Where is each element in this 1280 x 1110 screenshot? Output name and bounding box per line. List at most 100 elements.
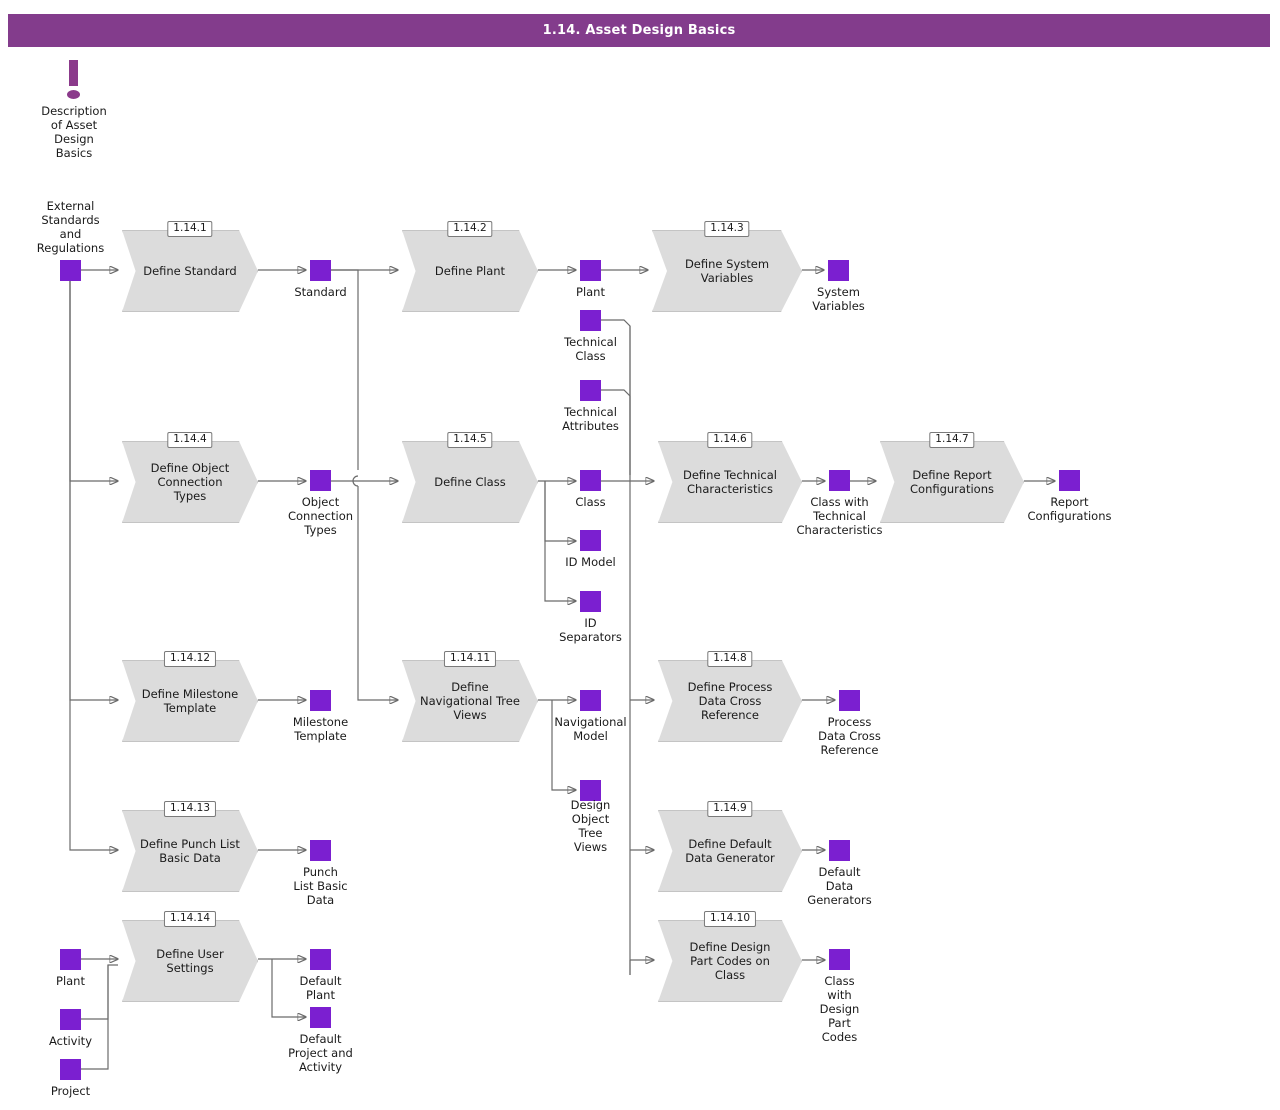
edge-activity-to-11414 [81, 964, 118, 1020]
object-plant-out[interactable]: Plant [576, 260, 605, 299]
object-default-plant[interactable]: Default Plant [299, 949, 342, 1002]
activity-1-14-4[interactable]: 1.14.4 Define Object Connection Types [122, 432, 262, 527]
activity-1-14-1[interactable]: 1.14.1 Define Standard [122, 221, 262, 316]
exclamation-icon [69, 60, 78, 86]
object-square [839, 690, 860, 711]
object-square [580, 380, 601, 401]
page-title-bar: 1.14. Asset Design Basics [8, 14, 1270, 47]
object-caption: Default Data Generators [807, 865, 872, 908]
object-id-model[interactable]: ID Model [565, 530, 616, 569]
activity-number: 1.14.3 [704, 221, 750, 237]
object-square [1059, 470, 1080, 491]
object-square [580, 690, 601, 711]
activity-label: Define Class [434, 474, 506, 489]
object-caption: Object Connection Types [287, 495, 354, 538]
activity-1-14-3[interactable]: 1.14.3 Define System Variables [652, 221, 806, 316]
object-caption: Class with Technical Characteristics [796, 495, 883, 538]
diagram-canvas: 1.14. Asset Design Basics Description of… [0, 0, 1280, 1110]
object-external-standards[interactable]: External Standards and Regulations [37, 199, 104, 284]
object-square [60, 949, 81, 970]
object-square [580, 310, 601, 331]
activity-number: 1.14.13 [163, 801, 217, 817]
object-navigational-model[interactable]: Navigational Model [554, 690, 627, 743]
activity-label: Define Plant [434, 263, 506, 278]
object-report-configurations[interactable]: Report Configurations [1028, 470, 1111, 523]
object-caption: Project [50, 1084, 91, 1098]
activity-label: Define System Variables [684, 256, 770, 285]
object-system-variables[interactable]: System Variables [812, 260, 865, 313]
object-square [310, 840, 331, 861]
activity-number: 1.14.12 [163, 651, 217, 667]
object-caption: Plant [56, 974, 85, 988]
edge-external-to-11413 [69, 281, 118, 851]
activity-1-14-5[interactable]: 1.14.5 Define Class [402, 432, 542, 527]
activity-label: Define Standard [143, 263, 237, 278]
object-caption: External Standards and Regulations [36, 198, 105, 255]
activity-1-14-8[interactable]: 1.14.8 Define Process Data Cross Referen… [658, 651, 806, 746]
object-punch-list-basic-data[interactable]: Punch List Basic Data [293, 840, 348, 907]
object-class-with-technical-characteristics[interactable]: Class with Technical Characteristics [797, 470, 882, 537]
object-plant-in[interactable]: Plant [56, 949, 85, 988]
object-caption: ID Separators [559, 616, 622, 645]
object-square [310, 949, 331, 970]
activity-label: Define Technical Characteristics [682, 467, 777, 496]
activity-number: 1.14.5 [447, 432, 493, 448]
object-square [310, 260, 331, 281]
object-caption: Default Project and Activity [288, 1032, 353, 1075]
activity-1-14-10[interactable]: 1.14.10 Define Design Part Codes on Clas… [658, 911, 806, 1006]
object-square [829, 470, 850, 491]
activity-1-14-9[interactable]: 1.14.9 Define Default Data Generator [658, 801, 806, 896]
activity-number: 1.14.2 [447, 221, 493, 237]
object-caption: Report Configurations [1027, 495, 1112, 524]
activity-1-14-12[interactable]: 1.14.12 Define Milestone Template [122, 651, 262, 746]
object-design-object-tree-views[interactable]: Design Object Tree Views [571, 780, 610, 854]
object-square [580, 260, 601, 281]
object-caption: Design Object Tree Views [570, 798, 611, 855]
object-square [310, 690, 331, 711]
edge-1145-to-idmodel [544, 481, 576, 542]
object-caption: Milestone Template [292, 715, 349, 744]
object-square [580, 470, 601, 491]
object-caption: Class [575, 495, 606, 509]
activity-number: 1.14.14 [163, 911, 217, 927]
description-note: Description of Asset Design Basics [41, 60, 107, 160]
activity-1-14-2[interactable]: 1.14.2 Define Plant [402, 221, 542, 316]
object-caption: Plant [576, 285, 605, 299]
object-object-connection-types[interactable]: Object Connection Types [288, 470, 353, 537]
activity-number: 1.14.1 [167, 221, 213, 237]
page-title: 1.14. Asset Design Basics [542, 23, 736, 38]
object-caption: Technical Class [564, 335, 617, 364]
object-id-separators[interactable]: ID Separators [559, 591, 622, 644]
object-caption: ID Model [565, 555, 616, 569]
object-class[interactable]: Class [575, 470, 606, 509]
edge-external-to-1144 [69, 281, 118, 481]
object-caption: Default Plant [299, 974, 342, 1003]
object-activity-in[interactable]: Activity [49, 1009, 92, 1048]
object-technical-class[interactable]: Technical Class [564, 310, 617, 363]
object-class-with-design-part-codes[interactable]: Class with Design Part Codes [820, 949, 859, 1044]
object-default-project-and-activity[interactable]: Default Project and Activity [288, 1007, 353, 1074]
object-square [60, 260, 81, 281]
edge-standard-to-11411 [357, 486, 398, 701]
activity-label: Define Navigational Tree Views [420, 679, 520, 722]
object-caption: Technical Attributes [562, 405, 619, 434]
object-default-data-generators[interactable]: Default Data Generators [807, 840, 872, 907]
object-milestone-template[interactable]: Milestone Template [293, 690, 348, 743]
activity-1-14-7[interactable]: 1.14.7 Define Report Configurations [880, 432, 1028, 527]
object-square [60, 1059, 81, 1080]
object-square [580, 591, 601, 612]
object-standard[interactable]: Standard [294, 260, 347, 299]
object-square [310, 470, 331, 491]
object-project-in[interactable]: Project [51, 1059, 90, 1098]
activity-number: 1.14.4 [167, 432, 213, 448]
activity-1-14-14[interactable]: 1.14.14 Define User Settings [122, 911, 262, 1006]
activity-1-14-11[interactable]: 1.14.11 Define Navigational Tree Views [402, 651, 542, 746]
object-square [310, 1007, 331, 1028]
object-technical-attributes[interactable]: Technical Attributes [562, 380, 619, 433]
activity-label: Define Report Configurations [910, 467, 994, 496]
activity-1-14-13[interactable]: 1.14.13 Define Punch List Basic Data [122, 801, 262, 896]
object-process-data-cross-reference[interactable]: Process Data Cross Reference [818, 690, 881, 757]
activity-label: Define Process Data Cross Reference [687, 679, 773, 722]
activity-1-14-6[interactable]: 1.14.6 Define Technical Characteristics [658, 432, 806, 527]
object-caption: Activity [48, 1034, 93, 1048]
